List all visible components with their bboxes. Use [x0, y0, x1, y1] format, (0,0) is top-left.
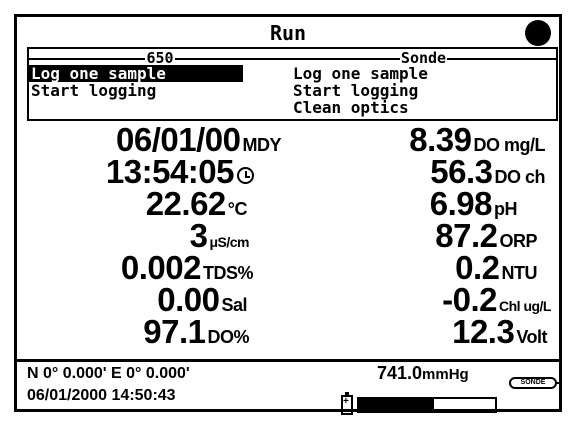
screen-title: Run [269, 21, 307, 45]
reading-chlorophyll: -0.2 Chl ug/L [442, 281, 551, 318]
status-indicator-icon [525, 20, 551, 46]
battery-icon [341, 392, 353, 415]
run-screen: Run 650 Log one sample Start logging Son… [14, 14, 562, 415]
barometric-pressure: 741.0mmHg [377, 363, 469, 383]
reading-do-mg: 8.39 DO mg/L [409, 121, 545, 158]
reading-do-percent: 97.1 DO% [143, 313, 249, 350]
clock-icon [237, 167, 254, 184]
reading-ntu: 0.2 NTU [455, 249, 537, 286]
menu-sonde-header: Sonde [291, 51, 556, 66]
menu-sonde: Sonde Log one sample Start logging Clean… [291, 49, 556, 119]
reading-ph: 6.98 pH [429, 185, 518, 222]
reading-time: 13:54:05 [106, 155, 254, 188]
menu-650-header: 650 [29, 51, 291, 66]
reading-voltage: 12.3 Volt [452, 313, 547, 350]
sonde-connection-icon: SONDE [509, 377, 561, 389]
footer-datetime: 06/01/2000 14:50:43 [27, 387, 176, 404]
menu-650: 650 Log one sample Start logging [29, 49, 291, 119]
menu-sonde-start-logging[interactable]: Start logging [291, 82, 556, 99]
menu-650-start-logging[interactable]: Start logging [29, 82, 291, 99]
reading-do-ch: 56.3 DO ch [430, 153, 545, 190]
battery-level-bar [357, 397, 497, 413]
reading-tds: 0.002 TDS% [120, 249, 254, 286]
menu-sonde-log-one-sample[interactable]: Log one sample [291, 65, 556, 82]
reading-salinity: 0.00 Sal [157, 281, 247, 318]
battery-level-fill [359, 399, 434, 411]
reading-conductivity: 3 μS/cm [189, 217, 250, 254]
menu-650-log-one-sample[interactable]: Log one sample [29, 65, 243, 82]
reading-orp: 87.2 ORP [435, 217, 537, 254]
gps-coordinates: N 0° 0.000' E 0° 0.000' [27, 365, 190, 382]
menu-sonde-clean-optics[interactable]: Clean optics [291, 99, 556, 116]
footer-divider [17, 359, 559, 362]
reading-date: 06/01/00 MDY [116, 121, 281, 158]
menu-panel: 650 Log one sample Start logging Sonde L… [27, 47, 558, 121]
reading-temperature: 22.62 °C [145, 185, 248, 222]
